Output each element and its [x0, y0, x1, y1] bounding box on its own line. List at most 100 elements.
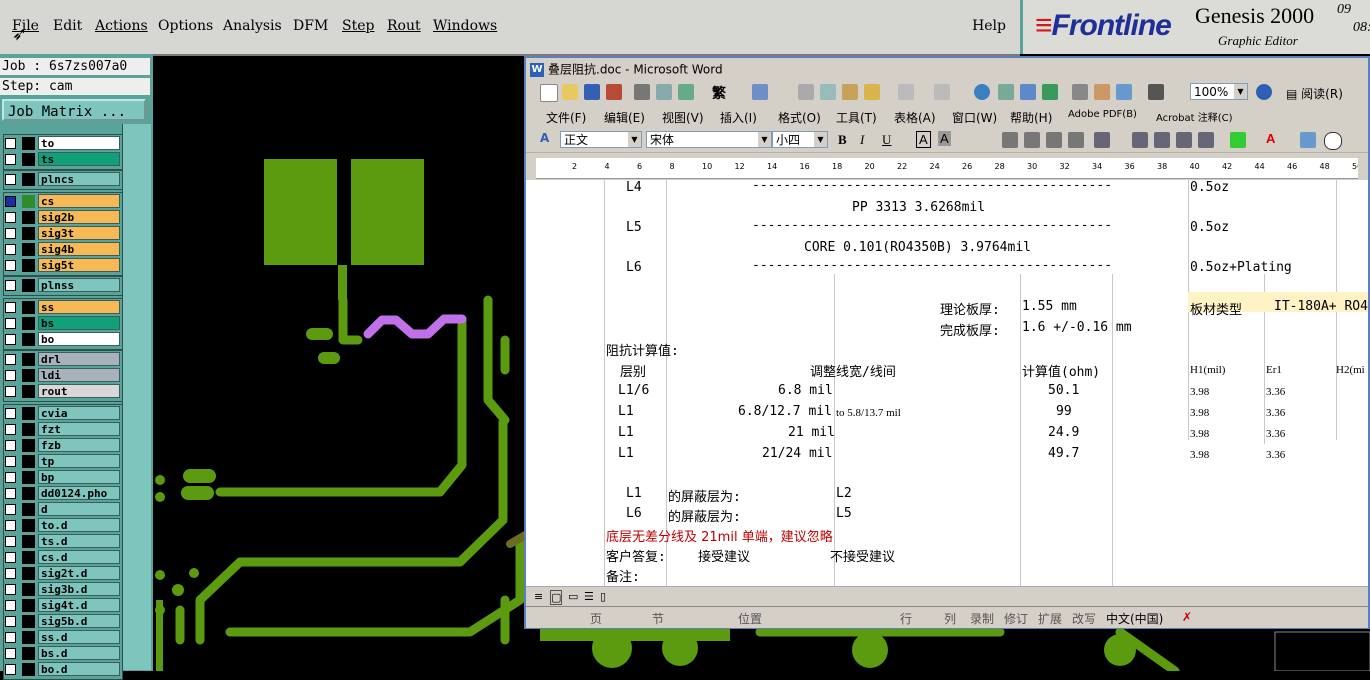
new-icon[interactable] [540, 84, 558, 102]
word-menu-help[interactable]: 帮助(H) [1010, 109, 1052, 126]
convert-icon[interactable] [752, 84, 768, 100]
status-overtype[interactable]: 改写 [1072, 610, 1096, 627]
layer-row[interactable]: sig3b.d [4, 582, 120, 597]
layer-row[interactable]: sig4t.d [4, 598, 120, 613]
highlight-icon[interactable] [1230, 132, 1246, 148]
layer-row[interactable]: ss.d [4, 630, 120, 645]
layer-name[interactable]: rout [38, 384, 120, 398]
layer-affected-toggle[interactable] [22, 551, 35, 564]
layer-row[interactable]: plnss [4, 278, 120, 293]
layer-checkbox[interactable] [5, 408, 16, 419]
save-icon[interactable] [584, 84, 600, 100]
layer-name[interactable]: tp [38, 454, 120, 468]
menu-edit[interactable]: Edit [53, 18, 82, 34]
word-menu-adobe-pdf[interactable]: Adobe PDF(B) [1068, 109, 1137, 120]
layer-name[interactable]: ts [38, 152, 120, 166]
reading-view-icon[interactable]: ▯ [600, 590, 606, 603]
word-title-bar[interactable]: W 叠层阻抗.doc - Microsoft Word [526, 58, 1368, 80]
layer-name[interactable]: ts.d [38, 534, 120, 548]
insert-table-icon[interactable] [1020, 84, 1036, 100]
status-track[interactable]: 修订 [1004, 610, 1028, 627]
print-view-icon[interactable]: ▭ [568, 590, 578, 603]
numbering-icon[interactable] [1132, 132, 1148, 148]
underline-button[interactable]: U [882, 132, 891, 148]
word-menu-format[interactable]: 格式(O) [778, 109, 821, 126]
layer-affected-toggle[interactable] [22, 647, 35, 660]
layer-name[interactable]: ss [38, 300, 120, 314]
layer-name[interactable]: ss.d [38, 630, 120, 644]
decrease-indent-icon[interactable] [1176, 132, 1192, 148]
zoom-combo[interactable]: 100% ▼ [1190, 83, 1248, 100]
layer-row[interactable]: ss [4, 300, 120, 315]
layer-affected-toggle[interactable] [22, 487, 35, 500]
layer-checkbox[interactable] [5, 280, 16, 291]
layer-name[interactable]: sig4t.d [38, 598, 120, 612]
layer-row[interactable]: d [4, 502, 120, 517]
layer-name[interactable]: sig3b.d [38, 582, 120, 596]
size-combo[interactable]: 小四 ▼ [772, 131, 828, 148]
enclose-char-icon[interactable] [1324, 132, 1342, 150]
layer-name[interactable]: sig5t [38, 258, 120, 272]
redo-icon[interactable] [934, 84, 950, 100]
layer-row[interactable]: fzt [4, 422, 120, 437]
permission-icon[interactable] [606, 84, 622, 100]
layer-affected-toggle[interactable] [22, 137, 35, 150]
layer-scrollbar[interactable] [122, 124, 151, 670]
char-border-icon[interactable]: A [916, 131, 931, 148]
layer-affected-toggle[interactable] [22, 615, 35, 628]
layer-checkbox[interactable] [5, 600, 16, 611]
layer-affected-toggle[interactable] [22, 455, 35, 468]
doc-map-icon[interactable] [1116, 84, 1132, 100]
layer-row[interactable]: to [4, 136, 120, 151]
horizontal-scrollbar[interactable]: ≡ ▢ ▭ ☰ ▯ [526, 586, 1368, 607]
document-page[interactable]: L4 -------------------------------------… [526, 180, 1368, 586]
menu-windows[interactable]: Windows [433, 18, 497, 34]
char-shading-icon[interactable]: A [938, 131, 951, 146]
insert-excel-icon[interactable] [1042, 84, 1058, 100]
layer-row[interactable]: ts [4, 152, 120, 167]
layer-row[interactable]: sig5t [4, 258, 120, 273]
preview-icon[interactable] [656, 84, 672, 100]
font-color-icon[interactable]: A [1266, 131, 1275, 146]
word-menu-insert[interactable]: 插入(I) [720, 109, 757, 126]
layer-checkbox[interactable] [5, 212, 16, 223]
undo-icon[interactable] [898, 84, 914, 100]
layer-row[interactable]: cvia [4, 406, 120, 421]
layer-checkbox[interactable] [5, 334, 16, 345]
layer-checkbox[interactable] [5, 354, 16, 365]
layer-name[interactable]: to [38, 136, 120, 150]
increase-indent-icon[interactable] [1198, 132, 1214, 148]
layer-checkbox[interactable] [5, 386, 16, 397]
layer-row[interactable]: dd0124.pho [4, 486, 120, 501]
word-menu-file[interactable]: 文件(F) [546, 109, 586, 126]
layer-checkbox[interactable] [5, 174, 16, 185]
layer-checkbox[interactable] [5, 318, 16, 329]
layer-row[interactable]: fzb [4, 438, 120, 453]
print-icon[interactable] [634, 84, 650, 100]
layer-affected-toggle[interactable] [22, 227, 35, 240]
layer-checkbox[interactable] [5, 370, 16, 381]
align-center-icon[interactable] [1024, 132, 1040, 148]
justify-icon[interactable] [1068, 132, 1084, 148]
open-icon[interactable] [562, 84, 578, 100]
word-menu-tools[interactable]: 工具(T) [836, 109, 877, 126]
layer-name[interactable]: dd0124.pho [38, 486, 120, 500]
layer-name[interactable]: plnss [38, 278, 120, 292]
layer-row[interactable]: bp [4, 470, 120, 485]
layer-affected-toggle[interactable] [22, 535, 35, 548]
layer-name[interactable]: fzt [38, 422, 120, 436]
web-view-icon[interactable]: ▢ [550, 590, 563, 605]
layer-row[interactable]: ts.d [4, 534, 120, 549]
phonetic-icon[interactable] [1300, 132, 1316, 148]
layer-name[interactable]: bo.d [38, 662, 120, 676]
bullets-icon[interactable] [1154, 132, 1170, 148]
layer-checkbox[interactable] [5, 664, 16, 675]
layer-checkbox[interactable] [5, 472, 16, 483]
tables-borders-icon[interactable] [998, 84, 1014, 100]
layer-checkbox[interactable] [5, 520, 16, 531]
layer-row[interactable]: sig2b [4, 210, 120, 225]
align-left-icon[interactable] [1002, 132, 1018, 148]
layer-checkbox[interactable] [5, 244, 16, 255]
layer-affected-toggle[interactable] [22, 243, 35, 256]
layer-name[interactable]: bo [38, 332, 120, 346]
